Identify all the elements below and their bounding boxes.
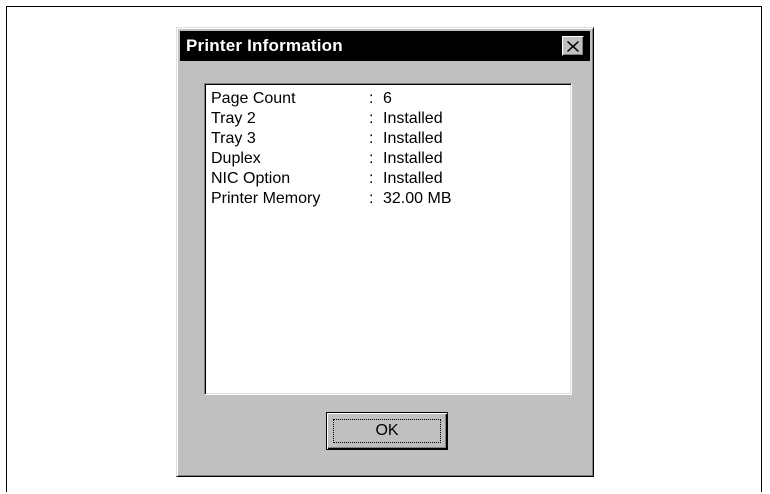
info-value: Installed — [383, 170, 443, 187]
info-label: Page Count — [211, 90, 296, 107]
info-separator: : — [369, 130, 374, 147]
info-label: Tray 2 — [211, 110, 256, 127]
info-value: Installed — [383, 150, 443, 167]
info-row-tray-2: Tray 2 : Installed — [211, 109, 571, 129]
info-label: Tray 3 — [211, 130, 256, 147]
title-bar[interactable]: Printer Information — [180, 31, 590, 61]
info-row-printer-memory: Printer Memory : 32.00 MB — [211, 189, 571, 209]
info-value: 6 — [383, 90, 392, 107]
close-button[interactable] — [562, 36, 584, 56]
info-separator: : — [369, 110, 374, 127]
ok-button-label: OK — [375, 422, 399, 439]
printer-information-dialog: Printer Information Page Count : 6 Tray … — [176, 27, 594, 477]
info-row-page-count: Page Count : 6 — [211, 89, 571, 109]
info-row-tray-3: Tray 3 : Installed — [211, 129, 571, 149]
info-label: Printer Memory — [211, 190, 321, 207]
info-separator: : — [369, 90, 374, 107]
info-label: Duplex — [211, 150, 261, 167]
info-row-nic-option: NIC Option : Installed — [211, 169, 571, 189]
info-value: Installed — [383, 130, 443, 147]
info-separator: : — [369, 170, 374, 187]
info-row-duplex: Duplex : Installed — [211, 149, 571, 169]
close-icon — [567, 40, 579, 52]
info-separator: : — [369, 150, 374, 167]
info-value: Installed — [383, 110, 443, 127]
dialog-title: Printer Information — [186, 36, 343, 55]
printer-info-list[interactable]: Page Count : 6 Tray 2 : Installed Tray 3… — [204, 83, 572, 395]
info-value: 32.00 MB — [383, 190, 452, 207]
info-label: NIC Option — [211, 170, 291, 187]
info-separator: : — [369, 190, 374, 207]
ok-button[interactable]: OK — [326, 412, 448, 450]
